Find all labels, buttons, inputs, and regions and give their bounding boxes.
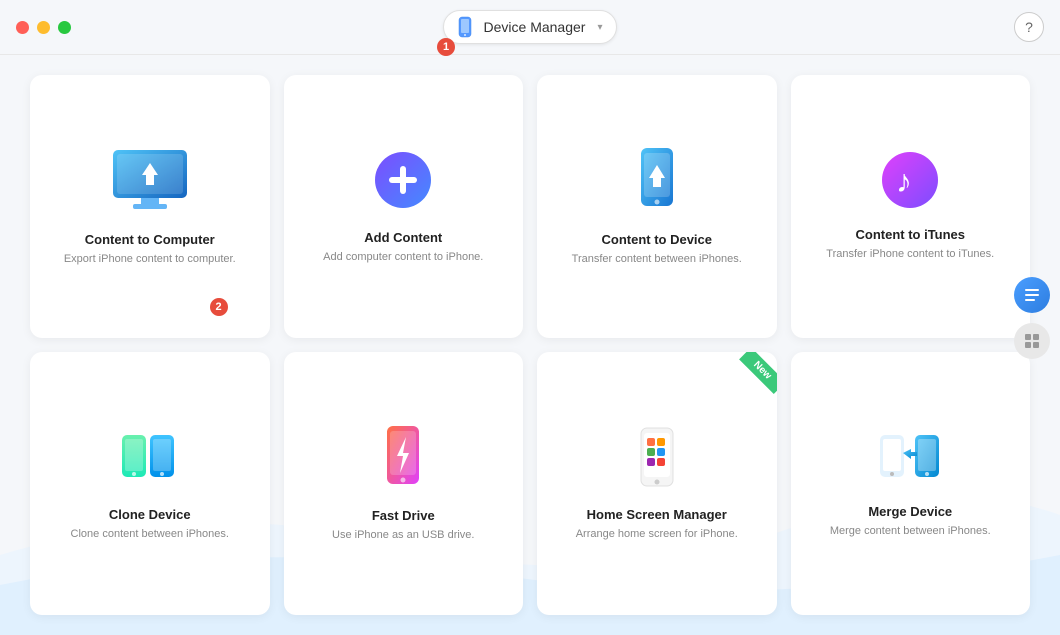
badge-2: 2 [210,298,228,316]
dropdown-arrow-icon: ▾ [597,22,602,33]
new-badge-text: New [739,352,776,394]
clone-device-icon [117,425,182,495]
minimize-button[interactable] [37,21,50,34]
card-desc: Arrange home screen for iPhone. [576,527,738,542]
card-fast-drive[interactable]: Fast Drive Use iPhone as an USB drive. [284,352,524,615]
card-desc: Clone content between iPhones. [71,527,229,542]
card-title: Content to Computer [85,232,215,247]
app-title-text: Device Manager [484,19,586,35]
add-content-icon [371,148,436,218]
content-to-computer-icon [105,145,195,220]
card-title: Home Screen Manager [587,507,727,522]
card-title: Fast Drive [372,508,435,523]
card-content-to-itunes[interactable]: ♪ Content to iTunes Transfer iPhone cont… [791,75,1031,338]
card-desc: Merge content between iPhones. [830,524,991,539]
main-grid: Content to Computer Export iPhone conten… [0,55,1060,635]
new-badge: New [727,352,777,402]
card-title: Add Content [364,230,442,245]
card-desc: Use iPhone as an USB drive. [332,528,474,543]
card-merge-device[interactable]: Merge Device Merge content between iPhon… [791,352,1031,615]
maximize-button[interactable] [58,21,71,34]
card-desc: Transfer iPhone content to iTunes. [826,247,994,262]
card-desc: Transfer content between iPhones. [572,252,742,267]
grid-side-button[interactable] [1014,323,1050,359]
card-add-content[interactable]: Add Content Add computer content to iPho… [284,75,524,338]
card-desc: Export iPhone content to computer. [64,252,236,267]
card-title: Merge Device [868,504,952,519]
grid-icon [1024,333,1040,349]
content-to-device-icon [627,145,687,220]
side-buttons [1014,277,1050,359]
badge-1: 1 [437,38,455,56]
help-button[interactable]: ? [1014,12,1044,42]
content-to-itunes-icon: ♪ [880,150,940,215]
titlebar: Device Manager ▾ 1 ? [0,0,1060,55]
card-title: Content to iTunes [855,227,965,242]
card-clone-device[interactable]: Clone Device Clone content between iPhon… [30,352,270,615]
home-screen-icon [627,425,687,495]
manager-side-button[interactable] [1014,277,1050,313]
card-title: Content to Device [601,232,712,247]
card-content-to-device[interactable]: Content to Device Transfer content betwe… [537,75,777,338]
card-home-screen-manager[interactable]: New Home Sc [537,352,777,615]
window-controls [16,21,71,34]
svg-text:♪: ♪ [896,163,912,199]
card-content-to-computer[interactable]: Content to Computer Export iPhone conten… [30,75,270,338]
fast-drive-icon [373,423,433,496]
close-button[interactable] [16,21,29,34]
merge-device-icon [875,427,945,492]
card-desc: Add computer content to iPhone. [323,250,483,265]
card-title: Clone Device [109,507,191,522]
app-icon [454,16,476,38]
app-title-dropdown[interactable]: Device Manager ▾ [443,10,618,44]
manager-icon [1023,286,1041,304]
